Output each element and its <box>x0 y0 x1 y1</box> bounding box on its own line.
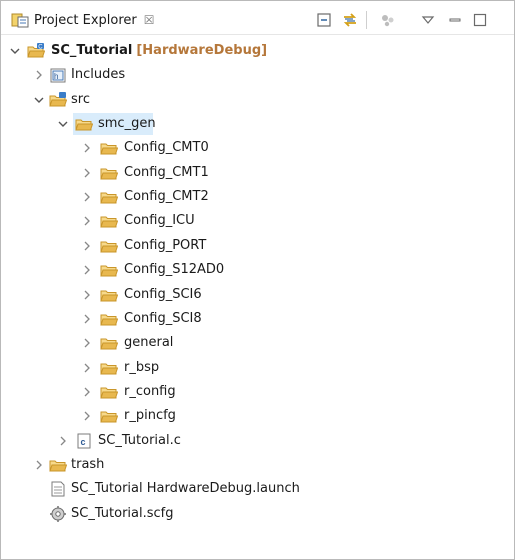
project-explorer-tab[interactable]: Project Explorer ☒ <box>11 10 155 30</box>
svg-text:C: C <box>38 44 43 50</box>
tree-item-label: Config_PORT <box>124 237 207 253</box>
includes-icon: h <box>50 68 66 83</box>
chevron-right-icon[interactable] <box>33 459 45 471</box>
svg-text:h: h <box>54 72 58 81</box>
view-menu-icon[interactable] <box>419 11 437 29</box>
tree-item-folder[interactable]: Config_S12AD0 <box>1 258 514 282</box>
toolbar-separator <box>366 11 367 29</box>
tree-item-launch[interactable]: SC_Tutorial HardwareDebug.launch <box>1 477 514 501</box>
chevron-right-icon[interactable] <box>81 289 93 301</box>
svg-text:c: c <box>81 437 86 447</box>
tree-item-folder[interactable]: general <box>1 331 514 355</box>
tree-item-folder[interactable]: Config_PORT <box>1 234 514 258</box>
folder-icon <box>100 387 118 399</box>
folder-icon <box>100 411 118 423</box>
view-tab-bar: Project Explorer ☒ <box>1 1 514 35</box>
tree-item-folder[interactable]: Config_SCI8 <box>1 307 514 331</box>
chevron-right-icon[interactable] <box>81 362 93 374</box>
folder-icon <box>100 314 118 326</box>
tree-item-folder[interactable]: Config_SCI6 <box>1 283 514 307</box>
tree-item-c-file[interactable]: c SC_Tutorial.c <box>1 429 514 453</box>
tree-item-trash[interactable]: trash <box>1 453 514 477</box>
chevron-right-icon[interactable] <box>81 142 93 154</box>
tree-item-smc-gen[interactable]: smc_gen <box>1 112 514 136</box>
tree-item-label: r_bsp <box>124 359 160 375</box>
chevron-right-icon[interactable] <box>57 435 69 447</box>
chevron-right-icon[interactable] <box>33 69 45 81</box>
tree-item-folder[interactable]: r_bsp <box>1 356 514 380</box>
source-folder-icon <box>49 91 67 107</box>
chevron-right-icon[interactable] <box>81 313 93 325</box>
tree-item-src[interactable]: src <box>1 88 514 112</box>
close-icon[interactable]: ☒ <box>144 13 155 27</box>
chevron-right-icon[interactable] <box>81 167 93 179</box>
tree-item-label: general <box>124 335 174 351</box>
chevron-right-icon[interactable] <box>81 337 93 349</box>
tree-item-label: Config_S12AD0 <box>124 262 225 278</box>
c-file-icon: c <box>77 433 91 449</box>
chevron-down-icon[interactable] <box>57 118 69 130</box>
folder-icon <box>100 168 118 180</box>
chevron-right-icon[interactable] <box>81 191 93 203</box>
folder-icon <box>100 338 118 350</box>
tree-item-label: SC_Tutorial.scfg <box>71 505 174 521</box>
tree-item-scfg[interactable]: SC_Tutorial.scfg <box>1 502 514 526</box>
folder-icon <box>100 192 118 204</box>
folder-icon <box>100 216 118 228</box>
filters-icon[interactable] <box>379 11 397 29</box>
chevron-right-icon[interactable] <box>81 386 93 398</box>
chevron-down-icon[interactable] <box>9 45 21 57</box>
folder-icon <box>75 119 93 131</box>
tree-item-label: Config_CMT0 <box>124 140 209 156</box>
tree-item-folder[interactable]: r_config <box>1 380 514 404</box>
chevron-right-icon[interactable] <box>81 410 93 422</box>
minimize-icon[interactable] <box>446 11 464 29</box>
tree-item-label: Includes <box>71 67 126 83</box>
maximize-icon[interactable] <box>471 11 489 29</box>
build-config-decoration: [HardwareDebug] <box>136 43 268 58</box>
folder-icon <box>100 265 118 277</box>
tree-item-folder[interactable]: Config_CMT2 <box>1 185 514 209</box>
tree-item-label: SC_Tutorial.c <box>98 432 181 448</box>
launch-file-icon <box>51 481 65 497</box>
tree-item-folder[interactable]: Config_CMT1 <box>1 161 514 185</box>
tree-item-label: Config_CMT1 <box>124 164 209 180</box>
tree-item-label: r_config <box>124 383 176 399</box>
tree-item-label: src <box>71 91 90 107</box>
tree-item-project[interactable]: C SC_Tutorial [HardwareDebug] <box>1 39 514 63</box>
folder-icon <box>49 460 67 472</box>
tree-item-label: Config_ICU <box>124 213 195 229</box>
folder-icon <box>100 290 118 301</box>
chevron-right-icon[interactable] <box>81 264 93 276</box>
tree-item-label: SC_Tutorial HardwareDebug.launch <box>71 481 300 497</box>
link-with-editor-icon[interactable] <box>341 11 359 29</box>
tree-item-label: Config_SCI6 <box>124 286 202 302</box>
config-gear-icon <box>50 505 66 522</box>
folder-icon <box>100 143 118 155</box>
project-explorer-view: Project Explorer ☒ C SC_Tutorial [Hardware… <box>0 0 515 560</box>
chevron-right-icon[interactable] <box>81 215 93 227</box>
tree-item-label: trash <box>71 456 105 472</box>
collapse-all-icon[interactable] <box>315 11 333 29</box>
tree-item-folder[interactable]: r_pincfg <box>1 404 514 428</box>
tree-item-label: r_pincfg <box>124 408 176 424</box>
view-title: Project Explorer <box>34 12 137 28</box>
chevron-right-icon[interactable] <box>81 240 93 252</box>
tree-item-label: Config_CMT2 <box>124 189 209 205</box>
tree-item-folder[interactable]: Config_CMT0 <box>1 136 514 160</box>
tree-item-label: Config_SCI8 <box>124 310 202 326</box>
tree-item-label: SC_Tutorial [HardwareDebug] <box>51 43 268 58</box>
folder-icon <box>100 241 118 253</box>
project-explorer-icon <box>11 13 29 28</box>
chevron-down-icon[interactable] <box>33 94 45 106</box>
project-folder-icon: C <box>27 43 45 58</box>
tree-item-includes[interactable]: h Includes <box>1 63 514 87</box>
tree-item-label: smc_gen <box>98 116 156 132</box>
tree-item-folder[interactable]: Config_ICU <box>1 209 514 233</box>
folder-icon <box>100 363 118 375</box>
